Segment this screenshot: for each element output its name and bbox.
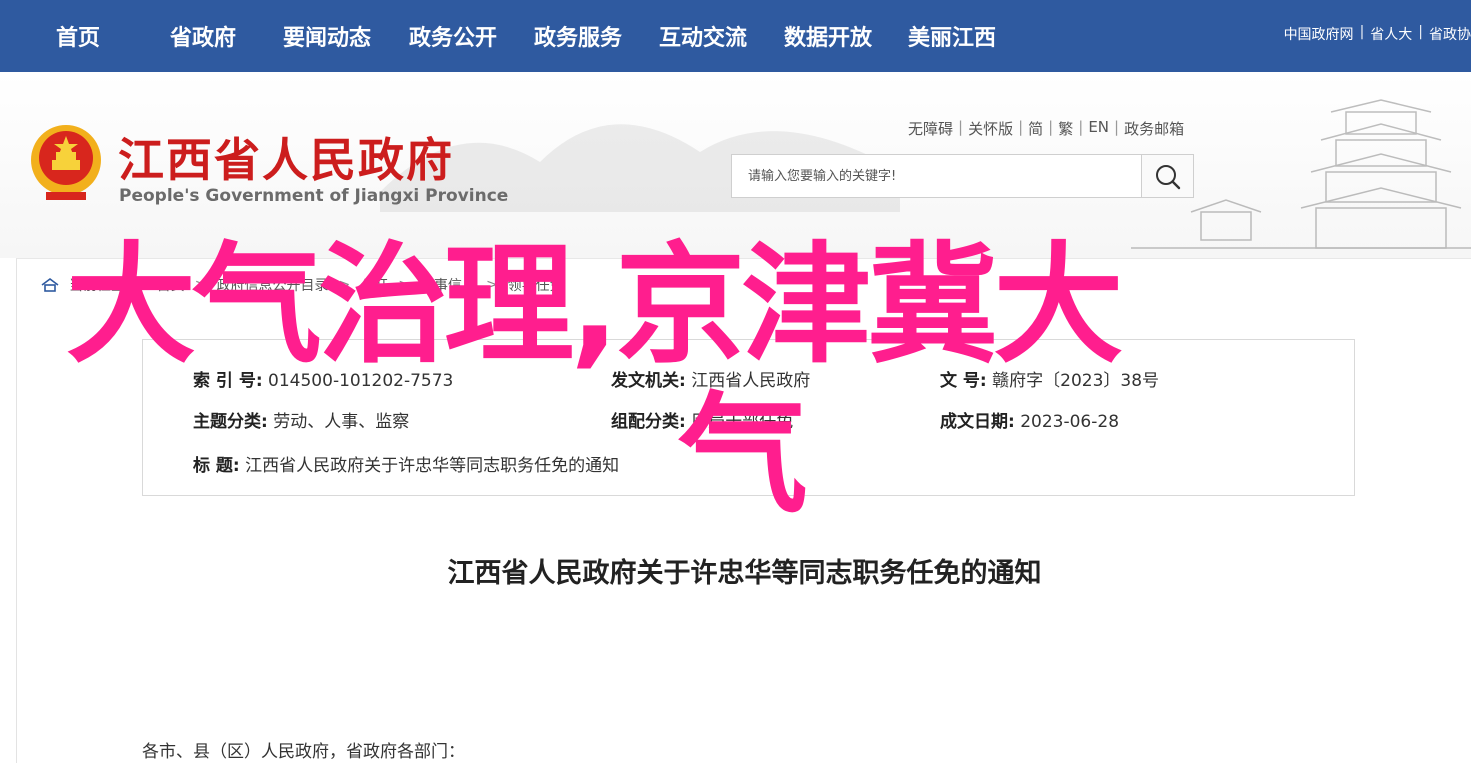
- divider: |: [1114, 118, 1120, 136]
- nav-item-gov-services[interactable]: 政务服务: [534, 20, 622, 52]
- document-metadata-box: 索 引 号: 014500-101202-7573 发文机关: 江西省人民政府 …: [142, 339, 1355, 496]
- link-cppcc[interactable]: 省政协: [1429, 24, 1471, 44]
- meta-topic-value: 劳动、人事、监察: [273, 412, 410, 432]
- site-title[interactable]: 江西省人民政府: [118, 124, 454, 190]
- divider: |: [1418, 24, 1423, 40]
- meta-date-label: 成文日期:: [940, 412, 1015, 432]
- accessibility-link[interactable]: 无障碍: [908, 118, 953, 139]
- breadcrumb-item-catalog[interactable]: 政府信息公开目录: [216, 275, 328, 295]
- search-input[interactable]: [732, 155, 1142, 197]
- breadcrumb-separator: >: [194, 277, 207, 293]
- nav-item-beautiful-jiangxi[interactable]: 美丽江西: [908, 20, 996, 52]
- divider: |: [958, 118, 964, 136]
- link-central-gov[interactable]: 中国政府网: [1284, 24, 1354, 44]
- pavilion-illustration-icon: [1131, 99, 1471, 249]
- meta-docno: 文 号: 赣府字〔2023〕38号: [940, 366, 1159, 391]
- nav-item-gov-affairs-public[interactable]: 政务公开: [409, 20, 497, 52]
- care-mode-link[interactable]: 关怀版: [968, 118, 1013, 139]
- meta-index-label: 索 引 号:: [193, 371, 263, 391]
- site-header: 江西省人民政府 People's Government of Jiangxi P…: [0, 72, 1471, 258]
- breadcrumb-separator: >: [338, 277, 351, 293]
- meta-date-value: 2023-06-28: [1020, 412, 1120, 432]
- breadcrumb-item-public[interactable]: 公开: [360, 275, 388, 295]
- meta-title-label: 标 题:: [193, 456, 240, 476]
- breadcrumb-separator: >: [398, 277, 410, 293]
- top-navigation-bar: 首页 省政府 要闻动态 政务公开 政务服务 互动交流 数据开放 美丽江西 中国政…: [0, 0, 1471, 72]
- breadcrumb: 当前位置 > 首页 > 政府信息公开目录 > 公开 > 人事信息 > 领导任免: [41, 275, 564, 295]
- meta-category-value: 厅局干部任免: [691, 412, 794, 432]
- external-links: 中国政府网 | 省人大 | 省政协: [1284, 24, 1471, 44]
- meta-title-value: 江西省人民政府关于许忠华等同志职务任免的通知: [245, 456, 620, 476]
- divider: |: [1359, 24, 1365, 40]
- meta-org-label: 发文机关:: [611, 371, 686, 391]
- meta-date: 成文日期: 2023-06-28: [940, 407, 1119, 432]
- breadcrumb-separator: >: [135, 277, 147, 293]
- meta-index: 索 引 号: 014500-101202-7573: [193, 366, 453, 391]
- meta-topic-label: 主题分类:: [193, 412, 268, 432]
- breadcrumb-separator: >: [485, 277, 498, 293]
- breadcrumb-item-appointments[interactable]: 领导任免: [508, 275, 564, 295]
- divider: |: [1078, 118, 1084, 136]
- breadcrumb-label: 当前位置: [69, 278, 125, 294]
- nav-item-interaction[interactable]: 互动交流: [659, 20, 747, 52]
- meta-category: 组配分类: 厅局干部任免: [611, 407, 793, 432]
- document-salutation: 各市、县（区）人民政府，省政府各部门：: [142, 742, 465, 762]
- home-icon: [41, 278, 59, 292]
- nav-item-province-government[interactable]: 省政府: [170, 20, 236, 52]
- divider: |: [1048, 118, 1054, 136]
- page: 首页 省政府 要闻动态 政务公开 政务服务 互动交流 数据开放 美丽江西 中国政…: [0, 0, 1471, 763]
- simplified-link[interactable]: 简: [1028, 118, 1043, 139]
- meta-index-value: 014500-101202-7573: [268, 371, 454, 391]
- breadcrumb-item-home[interactable]: 首页: [157, 275, 185, 295]
- nav-item-news[interactable]: 要闻动态: [283, 20, 371, 52]
- meta-title: 标 题: 江西省人民政府关于许忠华等同志职务任免的通知: [193, 451, 619, 476]
- english-link[interactable]: EN: [1088, 118, 1109, 139]
- meta-docno-value: 赣府字〔2023〕38号: [992, 371, 1160, 391]
- meta-docno-label: 文 号:: [940, 371, 987, 391]
- search-box: [731, 154, 1194, 198]
- meta-category-label: 组配分类:: [611, 412, 686, 432]
- divider: |: [1018, 118, 1024, 136]
- breadcrumb-item-personnel[interactable]: 人事信息: [420, 275, 476, 295]
- traditional-link[interactable]: 繁: [1058, 118, 1073, 139]
- link-provincial-congress[interactable]: 省人大: [1370, 24, 1412, 44]
- national-emblem-icon[interactable]: [28, 122, 104, 204]
- nav-item-open-data[interactable]: 数据开放: [784, 20, 872, 52]
- meta-org: 发文机关: 江西省人民政府: [611, 366, 810, 391]
- meta-topic: 主题分类: 劳动、人事、监察: [193, 407, 409, 432]
- document-title: 江西省人民政府关于许忠华等同志职务任免的通知: [447, 558, 1042, 589]
- site-subtitle: People's Government of Jiangxi Province: [119, 186, 509, 206]
- main-content: 当前位置 > 首页 > 政府信息公开目录 > 公开 > 人事信息 > 领导任免 …: [16, 258, 1471, 763]
- nav-item-home[interactable]: 首页: [56, 20, 100, 52]
- meta-org-value: 江西省人民政府: [691, 371, 811, 391]
